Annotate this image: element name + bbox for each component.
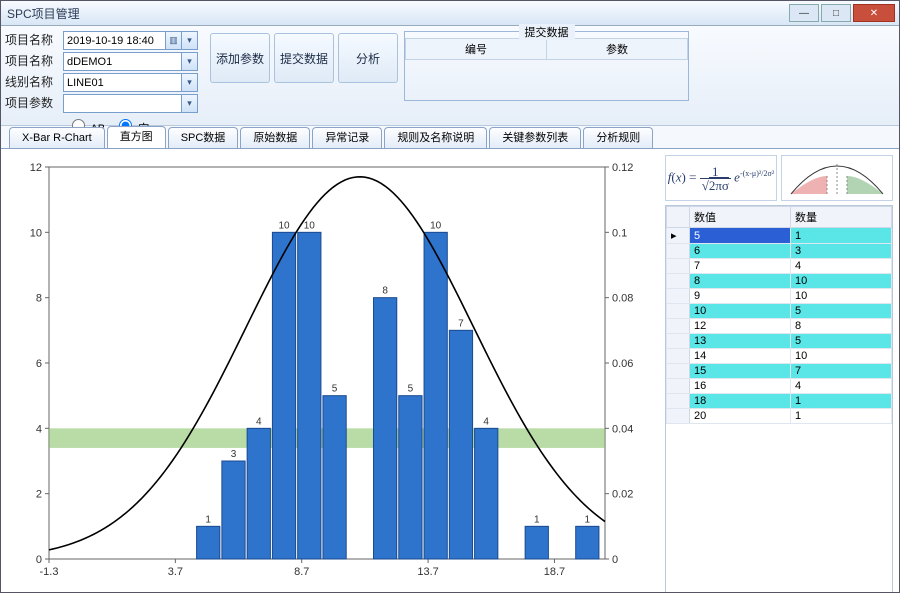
tab-4[interactable]: 异常记录 <box>312 127 382 148</box>
table-row[interactable]: 157 <box>667 364 892 379</box>
submit-panel-legend: 提交数据 <box>519 24 575 40</box>
svg-text:1: 1 <box>205 514 211 525</box>
table-row[interactable]: 74 <box>667 259 892 274</box>
table-row[interactable]: 105 <box>667 304 892 319</box>
table-row[interactable]: 910 <box>667 289 892 304</box>
label-project-name: 项目名称 <box>5 52 61 71</box>
submit-table: 编号 参数 <box>405 38 688 60</box>
chevron-down-icon[interactable]: ▾ <box>181 32 197 49</box>
svg-text:8: 8 <box>382 286 388 297</box>
svg-text:0.08: 0.08 <box>612 293 633 305</box>
table-row[interactable]: ▸51 <box>667 228 892 244</box>
side-panel: f(x) = 1√2πσ e-(x-μ)²/2σ² 数值数量▸516374810… <box>661 149 899 593</box>
tab-7[interactable]: 分析规则 <box>583 127 653 148</box>
svg-text:12: 12 <box>30 162 42 174</box>
data-grid[interactable]: 数值数量▸51637481091010512813514101571641812… <box>665 205 893 593</box>
label-project-param: 项目参数 <box>5 94 61 113</box>
submit-col-param: 参数 <box>547 39 688 60</box>
formula-box: f(x) = 1√2πσ e-(x-μ)²/2σ² <box>665 155 777 201</box>
analyze-button[interactable]: 分析 <box>338 33 398 83</box>
svg-text:18.7: 18.7 <box>544 566 565 578</box>
table-row[interactable]: 128 <box>667 319 892 334</box>
svg-text:5: 5 <box>408 384 414 395</box>
minimize-button[interactable]: — <box>789 4 819 22</box>
svg-text:7: 7 <box>458 318 464 329</box>
table-row[interactable]: 164 <box>667 379 892 394</box>
titlebar: SPC项目管理 — □ ✕ <box>1 1 899 26</box>
svg-text:1: 1 <box>534 514 540 525</box>
input-project-param[interactable]: ▾ <box>63 94 198 113</box>
svg-text:-1.3: -1.3 <box>40 566 59 578</box>
submit-panel: 提交数据 编号 参数 <box>404 31 689 101</box>
maximize-button[interactable]: □ <box>821 4 851 22</box>
input-project-name[interactable]: dDEMO1 ▾ <box>63 52 198 71</box>
table-row[interactable]: 201 <box>667 409 892 424</box>
svg-text:3.7: 3.7 <box>168 566 183 578</box>
svg-text:8: 8 <box>36 293 42 305</box>
svg-text:4: 4 <box>483 416 489 427</box>
submit-data-button[interactable]: 提交数据 <box>274 33 334 83</box>
table-row[interactable]: 135 <box>667 334 892 349</box>
content-area: -1.33.78.713.718.702468101200.020.040.06… <box>1 149 899 593</box>
input-line-name[interactable]: LINE01 ▾ <box>63 73 198 92</box>
svg-text:6: 6 <box>36 358 42 370</box>
chevron-down-icon[interactable]: ▾ <box>181 74 197 91</box>
tab-1[interactable]: 直方图 <box>107 126 166 148</box>
tab-bar: X-Bar R-Chart直方图SPC数据原始数据异常记录规则及名称说明关键参数… <box>1 126 899 149</box>
svg-text:4: 4 <box>36 423 42 435</box>
chevron-down-icon[interactable]: ▾ <box>181 95 197 112</box>
svg-text:10: 10 <box>30 227 42 239</box>
tab-0[interactable]: X-Bar R-Chart <box>9 127 105 148</box>
svg-text:13.7: 13.7 <box>417 566 438 578</box>
table-row[interactable]: 63 <box>667 244 892 259</box>
submit-col-id: 编号 <box>406 39 547 60</box>
tab-2[interactable]: SPC数据 <box>168 127 239 148</box>
svg-text:1: 1 <box>585 514 591 525</box>
svg-text:5: 5 <box>332 384 338 395</box>
svg-text:3: 3 <box>231 449 237 460</box>
svg-text:0: 0 <box>36 554 42 566</box>
calendar-icon[interactable]: ▥ <box>165 32 181 49</box>
form-grid: 项目名称 2019-10-19 18:40 ▥ ▾ 项目名称 dDEMO1 ▾ … <box>5 31 198 113</box>
chevron-down-icon[interactable]: ▾ <box>181 53 197 70</box>
window-title: SPC项目管理 <box>5 5 787 22</box>
svg-text:4: 4 <box>256 416 262 427</box>
table-row[interactable]: 181 <box>667 394 892 409</box>
app-window: SPC项目管理 — □ ✕ 项目名称 2019-10-19 18:40 ▥ ▾ … <box>0 0 900 593</box>
toolbar: 项目名称 2019-10-19 18:40 ▥ ▾ 项目名称 dDEMO1 ▾ … <box>1 26 899 126</box>
svg-text:0.06: 0.06 <box>612 358 633 370</box>
svg-text:10: 10 <box>304 220 316 231</box>
mini-curve-preview <box>781 155 893 201</box>
tab-6[interactable]: 关键参数列表 <box>489 127 581 148</box>
svg-text:0.1: 0.1 <box>612 227 627 239</box>
table-row[interactable]: 1410 <box>667 349 892 364</box>
svg-text:8.7: 8.7 <box>294 566 309 578</box>
add-param-button[interactable]: 添加参数 <box>210 33 270 83</box>
histogram-chart: -1.3 3.7 8.7 13.7 18.7 0 2 4 6 8 10 12 0 0.02 0.04 0.06… <box>9 157 649 587</box>
svg-text:0.04: 0.04 <box>612 423 633 435</box>
svg-text:0.02: 0.02 <box>612 489 633 501</box>
table-row[interactable]: 810 <box>667 274 892 289</box>
input-project-date[interactable]: 2019-10-19 18:40 ▥ ▾ <box>63 31 198 50</box>
svg-text:10: 10 <box>278 220 290 231</box>
tab-3[interactable]: 原始数据 <box>240 127 310 148</box>
chart-panel: -1.3 3.7 8.7 13.7 18.7 0 2 4 6 8 10 12 0 0.02 0.04 0.06… <box>1 149 661 593</box>
svg-text:10: 10 <box>430 220 442 231</box>
svg-text:0: 0 <box>612 554 618 566</box>
svg-text:0.12: 0.12 <box>612 162 633 174</box>
close-button[interactable]: ✕ <box>853 4 895 22</box>
label-line-name: 线别名称 <box>5 73 61 92</box>
label-project-date: 项目名称 <box>5 31 61 50</box>
svg-text:2: 2 <box>36 489 42 501</box>
tab-5[interactable]: 规则及名称说明 <box>384 127 487 148</box>
